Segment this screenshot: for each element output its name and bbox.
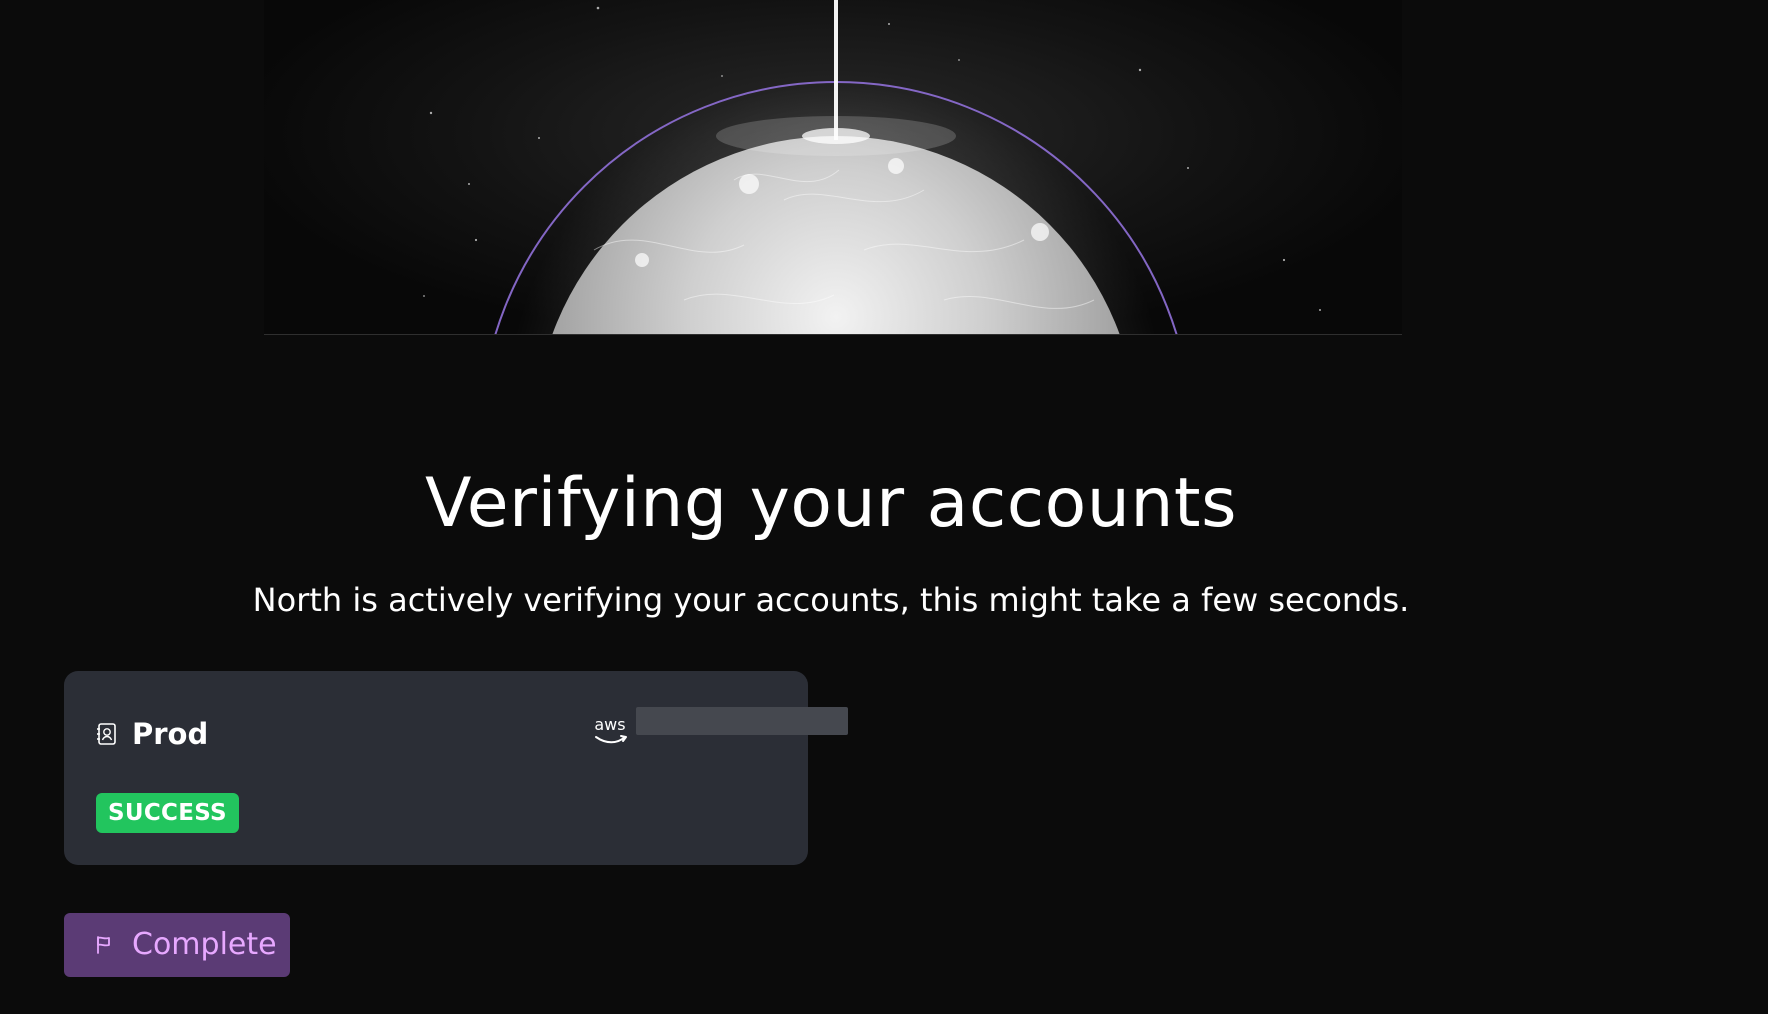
account-card: Prod aws SUCCESS <box>64 671 848 865</box>
hero-planet-image <box>264 0 1402 334</box>
aws-logo-icon: aws <box>592 714 628 746</box>
contact-book-icon <box>96 722 118 746</box>
complete-button[interactable]: Complete <box>64 913 290 977</box>
hero-divider <box>264 334 1402 335</box>
page-subtitle: North is actively verifying your account… <box>252 581 1410 619</box>
status-badge: SUCCESS <box>96 793 239 833</box>
account-id-field <box>636 707 848 735</box>
page-title: Verifying your accounts <box>424 463 1238 543</box>
complete-button-label: Complete <box>132 927 277 962</box>
aws-logo-text: aws <box>594 715 625 734</box>
account-name: Prod <box>132 717 209 751</box>
flag-icon <box>94 935 114 955</box>
